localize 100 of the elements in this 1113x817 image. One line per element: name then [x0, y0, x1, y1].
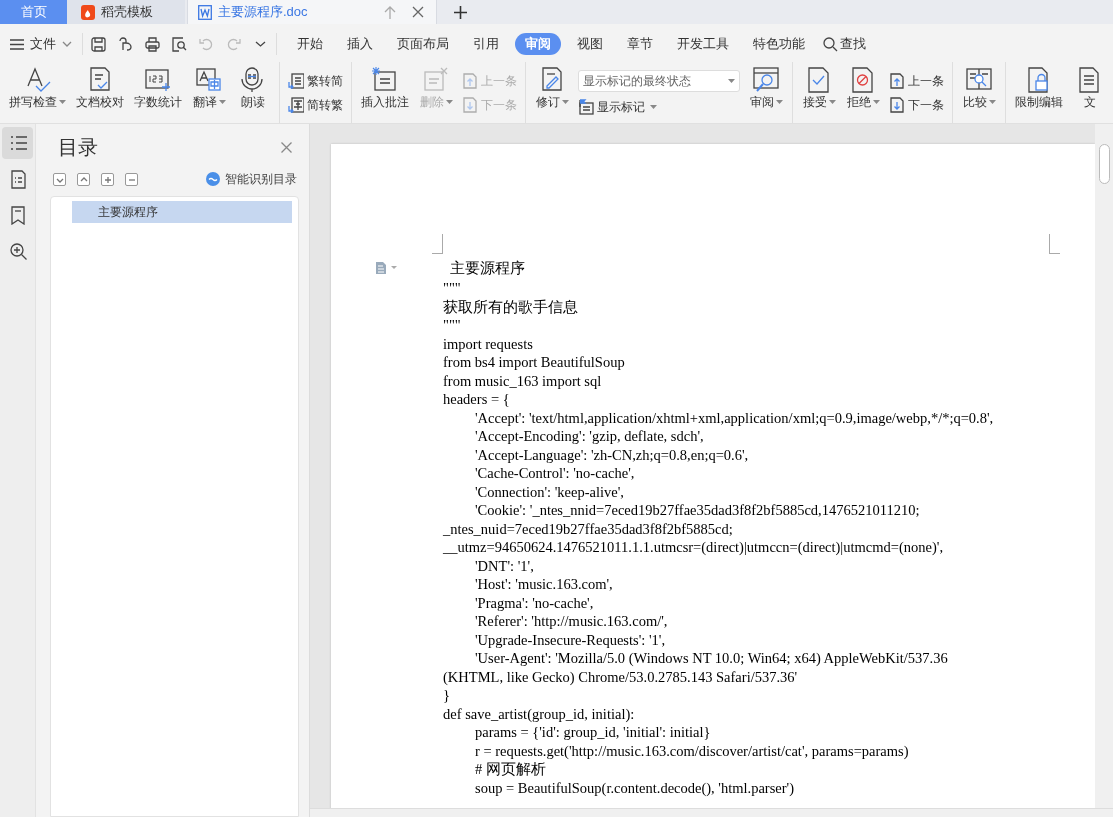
code-line: 'Cookie': '_ntes_nnid=7eced19b27ffae35dad3f8f2bf5885cd,1476521011210; [475, 501, 920, 520]
ribbon-button[interactable]: 简转繁 [288, 95, 343, 114]
close-button[interactable] [281, 141, 292, 153]
caret-icon [872, 100, 880, 104]
ribbon-tab[interactable]: 开发工具 [665, 33, 741, 55]
plus-button[interactable] [101, 172, 114, 186]
file-menu-button[interactable]: 文件 [10, 34, 74, 54]
expand-down-button[interactable] [53, 172, 66, 186]
caret-icon [775, 100, 783, 104]
traditional-to-simplified-icon [288, 72, 304, 89]
scroll-thumb[interactable] [1098, 144, 1110, 184]
code-line: 'User-Agent': 'Mozilla/5.0 (Windows NT 10.0; Win64; x64) AppleWebKit/537.36 [475, 649, 948, 668]
ribbon-button[interactable]: 上一条 [889, 71, 944, 90]
code-line: 'Pragma': 'no-cache', [475, 593, 594, 612]
code-line: """ [443, 279, 461, 298]
smart-bubble-icon [206, 172, 220, 186]
ribbon-button[interactable]: 修订 [530, 62, 574, 123]
collapse-up-button[interactable] [77, 172, 90, 186]
code-line: 'Host': 'music.163.com', [475, 575, 613, 594]
document-list-icon [8, 169, 27, 189]
show-markup-icon [578, 98, 594, 115]
next-icon [889, 96, 905, 113]
ribbon-button[interactable]: 字数统计 [129, 62, 187, 123]
ribbon-tab[interactable]: 章节 [615, 33, 665, 55]
code-line: (KHTML, like Gecko) Chrome/53.0.2785.143 Safari/537.36' [443, 667, 798, 686]
outline-tab[interactable] [2, 127, 33, 159]
print-icon [145, 36, 160, 52]
pin-up-arrow-icon [384, 5, 396, 19]
ribbon-tab[interactable]: 视图 [565, 33, 615, 55]
document-heading: 主要源程序 [450, 259, 525, 278]
outline-item[interactable]: 主要源程序 [72, 201, 292, 223]
search-button[interactable]: 查找 [823, 34, 866, 54]
translate-icon [195, 66, 223, 93]
smart-toc-button[interactable]: 智能识别目录 [206, 170, 297, 188]
code-line: 'DNT': '1', [475, 556, 534, 575]
paragraph-icon [375, 262, 399, 274]
print-preview-icon [172, 36, 187, 52]
flame-logo-icon [81, 4, 95, 20]
save-icon [91, 36, 106, 52]
ribbon-tab[interactable]: 特色功能 [741, 33, 817, 55]
ribbon-button[interactable]: 翻译 [187, 62, 231, 123]
ribbon-button[interactable]: 繁转简 [288, 71, 343, 90]
ribbon-button[interactable]: 朗读 [231, 62, 275, 123]
ribbon-tab[interactable]: 页面布局 [385, 33, 461, 55]
minus-button[interactable] [125, 172, 138, 186]
code-line: 获取所有的歌手信息 [443, 297, 578, 316]
simplified-to-traditional-icon [288, 96, 304, 113]
ribbon-tab[interactable]: 开始 [285, 33, 335, 55]
ribbon-button[interactable]: 文 [1068, 62, 1112, 123]
code-line: r = requests.get('http://music.163.com/discover/artist/cat', params=params) [475, 741, 909, 760]
code-line: headers = { [443, 390, 510, 409]
code-line: 'Connection': 'keep-alive', [475, 482, 624, 501]
code-line: from bs4 import BeautifulSoup [443, 353, 625, 372]
ribbon-button[interactable]: 审阅 [744, 62, 788, 123]
code-line: """ [443, 316, 461, 335]
document-tab[interactable]: 稻壳模板 [67, 0, 185, 24]
ribbon-button[interactable]: 比较 [957, 62, 1001, 123]
previous-icon [462, 72, 478, 89]
caret-icon [59, 100, 66, 104]
code-line: from music_163 import sql [443, 371, 602, 390]
print-preview-button[interactable] [172, 36, 187, 52]
code-line: 'Cache-Control': 'no-cache', [475, 464, 635, 483]
outline-icon [8, 133, 27, 153]
compare-icon [965, 66, 993, 93]
ribbon-button[interactable]: 显示标记 [578, 97, 740, 116]
code-line: 'Upgrade-Insecure-Requests': '1', [475, 630, 666, 649]
bookmark-icon [8, 205, 27, 225]
redo-icon [226, 36, 241, 52]
horizontal-scrollbar[interactable] [310, 808, 1113, 817]
caret-icon [728, 78, 735, 83]
ribbon-tab[interactable]: 插入 [335, 33, 385, 55]
save-button[interactable] [91, 36, 106, 52]
previous-icon [889, 72, 905, 89]
code-line: params = {'id': group_id, 'initial': initial} [475, 723, 711, 742]
format-painter-button[interactable] [118, 36, 133, 52]
code-line: 'Accept': 'text/html,application/xhtml+xml,application/xml;q=0.9,image/webp,*/*;q=0.8', [475, 408, 994, 427]
ribbon-button[interactable]: 下一条 [889, 95, 944, 114]
ribbon-tab[interactable]: 引用 [461, 33, 511, 55]
search-icon [823, 36, 838, 52]
ribbon-button[interactable]: 拼写检查 [4, 62, 71, 123]
menu-icon [10, 38, 24, 50]
caret-icon [561, 100, 569, 104]
ribbon-button[interactable]: 拒绝 [841, 62, 885, 123]
ribbon-button[interactable]: 限制编辑 [1010, 62, 1068, 123]
code-line: soup = BeautifulSoup(r.content.decode(), 'html.parser') [475, 778, 795, 797]
code-line: } [443, 686, 450, 705]
delete-comment-icon [422, 66, 450, 93]
code-line: def save_artist(group_id, initial): [443, 704, 635, 723]
document-tab[interactable]: 主要源程序.doc [187, 0, 437, 24]
undo-icon [199, 36, 214, 52]
vertical-scrollbar[interactable] [1095, 124, 1113, 808]
markup-display-dropdown[interactable]: 显示标记的最终状态 [578, 69, 740, 92]
print-button[interactable] [145, 36, 160, 52]
code-line: _ntes_nuid=7eced19b27ffae35dad3f8f2bf5885cd; [443, 519, 733, 538]
word-count-icon [144, 66, 172, 93]
caret-icon [988, 100, 996, 104]
ribbon-button[interactable]: 接受 [797, 62, 841, 123]
ribbon-button[interactable]: 插入批注 [356, 62, 414, 123]
ribbon-button[interactable]: 文档校对 [71, 62, 129, 123]
plus-icon [453, 5, 467, 19]
